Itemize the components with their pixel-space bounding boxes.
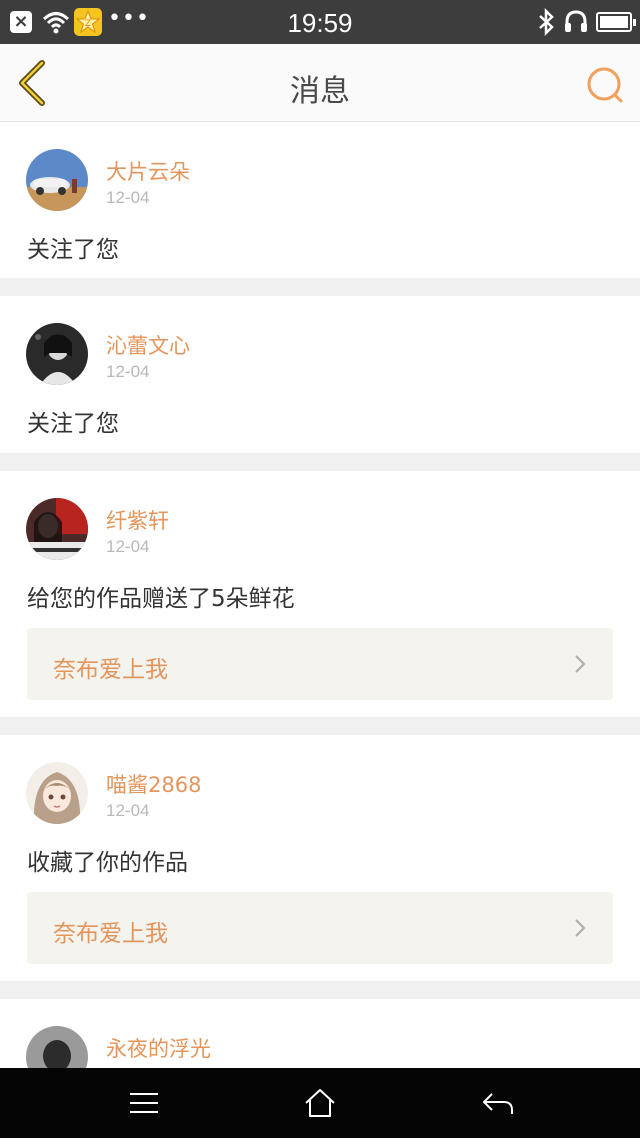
avatar[interactable]	[26, 498, 88, 560]
app-header: 消息	[0, 44, 640, 122]
message-date: 12-04	[106, 188, 150, 207]
menu-icon[interactable]	[124, 1086, 164, 1120]
message-text: 收藏了你的作品	[27, 850, 188, 876]
return-icon[interactable]	[478, 1086, 518, 1120]
username[interactable]: 喵酱2868	[106, 769, 201, 799]
message-card[interactable]: 喵酱2868 12-04 收藏了你的作品 奈布爱上我	[0, 735, 640, 981]
message-text: 关注了您	[27, 237, 119, 263]
message-text: 关注了您	[27, 411, 119, 437]
home-icon[interactable]	[300, 1086, 340, 1120]
message-list[interactable]: 大片云朵 12-04 关注了您 沁蕾文心 12-04 关注了您 纤紫轩 12-0…	[0, 122, 640, 1068]
avatar[interactable]	[26, 149, 88, 211]
work-link[interactable]: 奈布爱上我	[27, 892, 613, 964]
headset-icon	[565, 10, 587, 32]
message-card[interactable]: 纤紫轩 12-04 给您的作品赠送了5朵鲜花 奈布爱上我	[0, 471, 640, 717]
battery-icon	[596, 12, 636, 32]
message-card[interactable]: 永夜的浮光	[0, 999, 640, 1068]
username[interactable]: 永夜的浮光	[106, 1033, 211, 1063]
avatar[interactable]	[26, 323, 88, 385]
chevron-left-icon[interactable]	[14, 59, 54, 107]
system-nav-bar	[0, 1068, 640, 1138]
search-icon[interactable]	[584, 64, 624, 104]
work-title: 奈布爱上我	[53, 921, 168, 947]
avatar[interactable]	[26, 762, 88, 824]
username[interactable]: 沁蕾文心	[106, 330, 190, 360]
chevron-right-icon	[575, 655, 586, 673]
message-card[interactable]: 大片云朵 12-04 关注了您	[0, 122, 640, 278]
work-link[interactable]: 奈布爱上我	[27, 628, 613, 700]
avatar[interactable]	[26, 1026, 88, 1068]
bluetooth-icon	[539, 8, 554, 36]
message-date: 12-04	[106, 537, 150, 556]
message-text: 给您的作品赠送了5朵鲜花	[27, 586, 295, 612]
username[interactable]: 大片云朵	[106, 156, 190, 186]
page-title: 消息	[290, 74, 350, 109]
chevron-right-icon	[575, 919, 586, 937]
status-bar: × Z ••• 19:59	[0, 0, 640, 44]
work-title: 奈布爱上我	[53, 657, 168, 683]
username[interactable]: 纤紫轩	[106, 505, 169, 535]
message-date: 12-04	[106, 362, 150, 381]
message-date: 12-04	[106, 801, 150, 820]
message-card[interactable]: 沁蕾文心 12-04 关注了您	[0, 296, 640, 453]
